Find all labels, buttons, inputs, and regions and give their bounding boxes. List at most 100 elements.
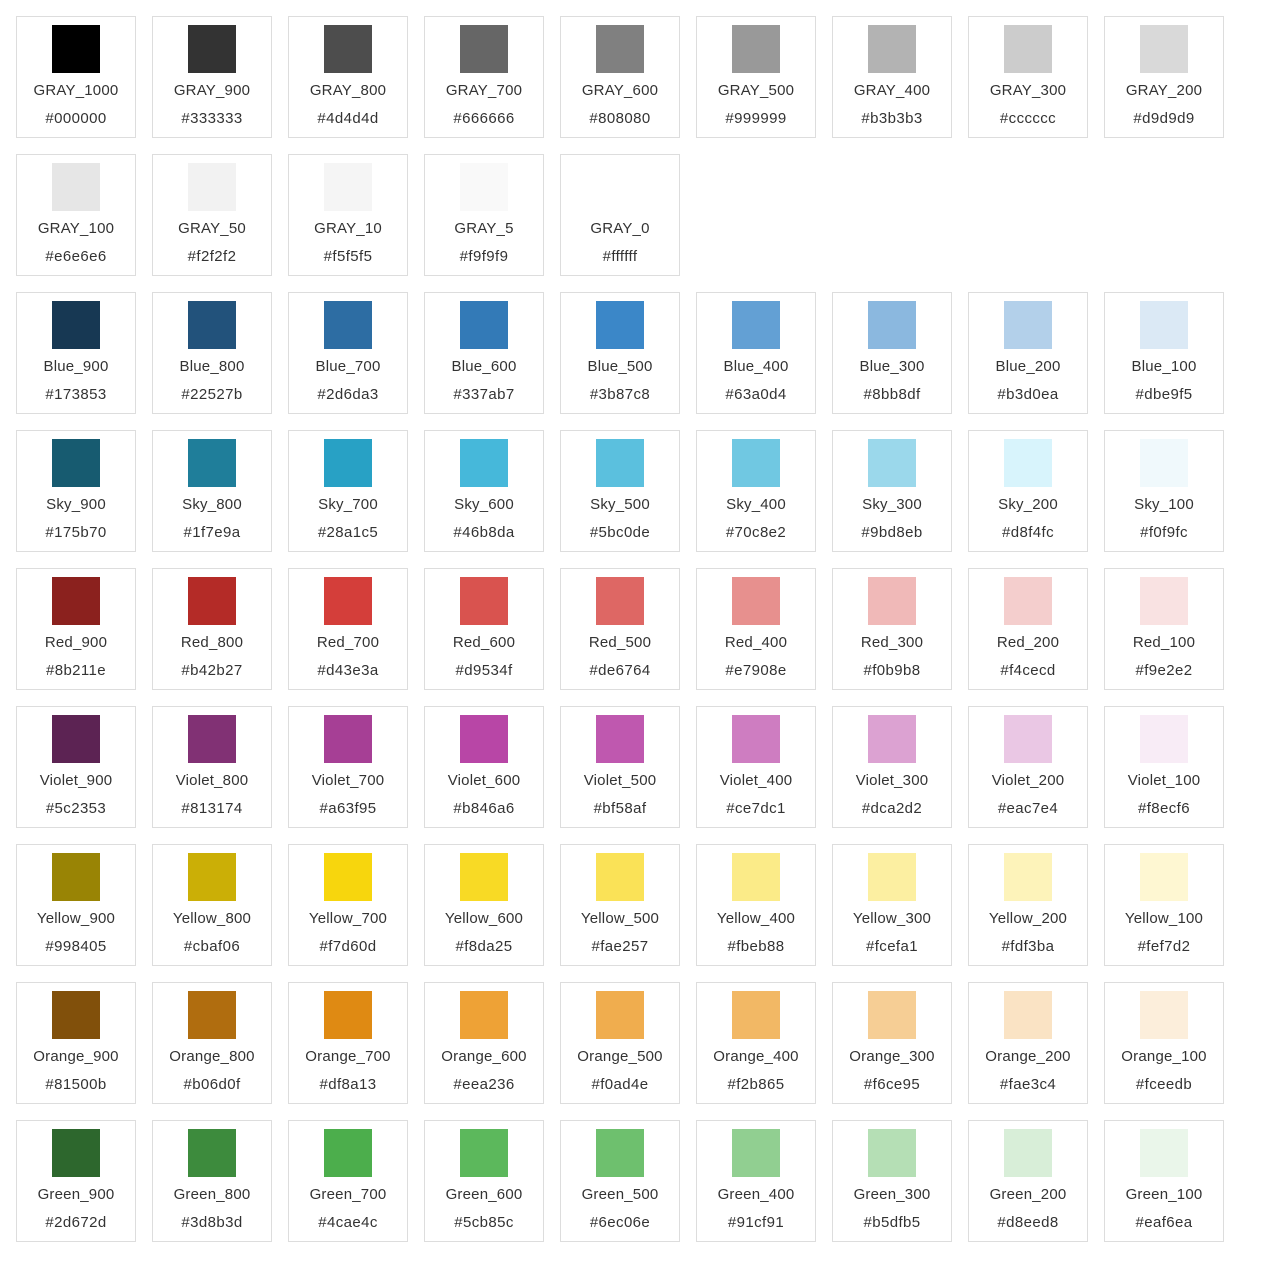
color-hex-value: #5cb85c: [454, 1214, 514, 1231]
color-name: Violet_300: [855, 772, 929, 789]
color-card: GRAY_1000 #000000: [16, 16, 136, 138]
color-name: Yellow_800: [172, 910, 252, 927]
color-card: Green_700 #4cae4c: [288, 1120, 408, 1242]
color-swatch: [460, 715, 508, 763]
color-name: Blue_600: [451, 358, 517, 375]
color-hex-value: #f8da25: [455, 938, 513, 955]
color-swatch: [732, 1129, 780, 1177]
color-hex-value: #000000: [45, 110, 107, 127]
palette-row: Sky_900 #175b70 Sky_800 #1f7e9a Sky_700 #28a1…: [16, 430, 1280, 552]
color-hex-value: #eac7e4: [997, 800, 1059, 817]
color-card: Green_600 #5cb85c: [424, 1120, 544, 1242]
color-hex-value: #46b8da: [453, 524, 515, 541]
color-name: Violet_100: [1127, 772, 1201, 789]
color-card: GRAY_50 #f2f2f2: [152, 154, 272, 276]
color-name: Blue_500: [587, 358, 653, 375]
color-hex-value: #337ab7: [453, 386, 515, 403]
color-card: GRAY_300 #cccccc: [968, 16, 1088, 138]
color-name: Blue_700: [315, 358, 381, 375]
color-name: Yellow_200: [988, 910, 1068, 927]
color-swatch: [1140, 1129, 1188, 1177]
color-name: GRAY_5: [454, 220, 514, 237]
color-swatch: [596, 301, 644, 349]
color-card: Yellow_200 #fdf3ba: [968, 844, 1088, 966]
color-name: Violet_500: [583, 772, 657, 789]
color-hex-value: #df8a13: [319, 1076, 377, 1093]
color-swatch: [1004, 439, 1052, 487]
color-swatch: [1004, 715, 1052, 763]
color-swatch: [52, 163, 100, 211]
color-name: Orange_500: [577, 1048, 663, 1065]
color-name: Orange_700: [305, 1048, 391, 1065]
color-swatch: [188, 715, 236, 763]
color-hex-value: #d8eed8: [997, 1214, 1059, 1231]
color-card: Orange_500 #f0ad4e: [560, 982, 680, 1104]
color-name: Orange_400: [713, 1048, 799, 1065]
color-name: Red_600: [452, 634, 516, 651]
color-card: GRAY_500 #999999: [696, 16, 816, 138]
color-card: Blue_700 #2d6da3: [288, 292, 408, 414]
color-swatch: [732, 301, 780, 349]
color-swatch: [324, 25, 372, 73]
color-hex-value: #f4cecd: [1000, 662, 1056, 679]
color-swatch: [188, 577, 236, 625]
color-name: Sky_600: [454, 496, 514, 513]
color-card: Violet_900 #5c2353: [16, 706, 136, 828]
color-swatch: [732, 577, 780, 625]
color-card: GRAY_5 #f9f9f9: [424, 154, 544, 276]
palette-row: Red_900 #8b211e Red_800 #b42b27 Red_700 #d43e…: [16, 568, 1280, 690]
color-hex-value: #808080: [589, 110, 651, 127]
color-card: Yellow_100 #fef7d2: [1104, 844, 1224, 966]
color-hex-value: #2d6da3: [317, 386, 379, 403]
color-name: GRAY_0: [590, 220, 650, 237]
color-hex-value: #cccccc: [999, 110, 1057, 127]
color-card: Yellow_300 #fcefa1: [832, 844, 952, 966]
color-swatch: [188, 163, 236, 211]
color-name: GRAY_700: [445, 82, 523, 99]
color-name: Blue_200: [995, 358, 1061, 375]
color-swatch: [868, 715, 916, 763]
color-swatch: [324, 1129, 372, 1177]
color-swatch: [188, 1129, 236, 1177]
color-hex-value: #666666: [453, 110, 515, 127]
color-hex-value: #3b87c8: [589, 386, 651, 403]
color-name: Blue_400: [723, 358, 789, 375]
color-hex-value: #ce7dc1: [726, 800, 786, 817]
color-card: Red_300 #f0b9b8: [832, 568, 952, 690]
color-name: GRAY_500: [717, 82, 795, 99]
color-hex-value: #b3b3b3: [861, 110, 923, 127]
color-name: Yellow_400: [716, 910, 796, 927]
color-swatch: [188, 301, 236, 349]
color-card: Red_200 #f4cecd: [968, 568, 1088, 690]
palette-row: Green_900 #2d672d Green_800 #3d8b3d Green_70…: [16, 1120, 1280, 1242]
color-card: Red_100 #f9e2e2: [1104, 568, 1224, 690]
color-hex-value: #f9f9f9: [459, 248, 509, 265]
color-swatch: [596, 25, 644, 73]
color-hex-value: #b42b27: [181, 662, 243, 679]
color-swatch: [868, 577, 916, 625]
color-swatch: [868, 25, 916, 73]
color-hex-value: #dca2d2: [861, 800, 923, 817]
color-hex-value: #b3d0ea: [997, 386, 1059, 403]
color-hex-value: #22527b: [181, 386, 243, 403]
color-name: Violet_600: [447, 772, 521, 789]
color-name: Violet_200: [991, 772, 1065, 789]
color-name: Green_100: [1125, 1186, 1203, 1203]
color-hex-value: #4d4d4d: [317, 110, 379, 127]
color-hex-value: #f2b865: [727, 1076, 785, 1093]
color-card: Violet_600 #b846a6: [424, 706, 544, 828]
color-name: Yellow_600: [444, 910, 524, 927]
color-hex-value: #f5f5f5: [323, 248, 373, 265]
color-card: Sky_800 #1f7e9a: [152, 430, 272, 552]
color-card: Green_800 #3d8b3d: [152, 1120, 272, 1242]
color-hex-value: #5bc0de: [589, 524, 651, 541]
color-card: Sky_900 #175b70: [16, 430, 136, 552]
color-card: Orange_200 #fae3c4: [968, 982, 1088, 1104]
color-hex-value: #eea236: [453, 1076, 515, 1093]
color-swatch: [52, 25, 100, 73]
color-swatch: [52, 439, 100, 487]
color-swatch: [596, 853, 644, 901]
color-name: Red_800: [180, 634, 244, 651]
color-swatch: [324, 991, 372, 1039]
color-hex-value: #1f7e9a: [183, 524, 241, 541]
